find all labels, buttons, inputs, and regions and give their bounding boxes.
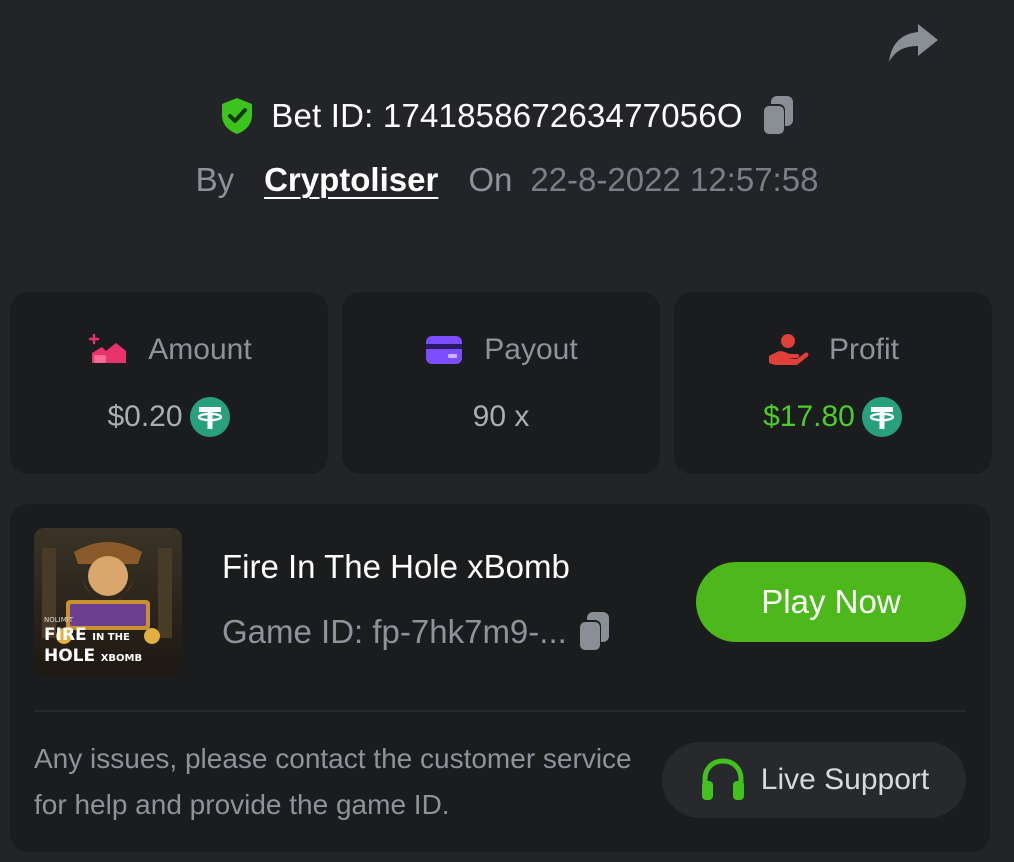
- game-id-row: Game ID: fp-7hk7m9-...: [222, 610, 611, 654]
- tether-icon: [189, 397, 230, 437]
- share-icon[interactable]: [886, 20, 940, 66]
- on-label: On: [468, 161, 513, 198]
- divider: [34, 710, 966, 712]
- play-now-button[interactable]: Play Now: [696, 562, 966, 642]
- shield-check-icon: [222, 98, 253, 134]
- bet-meta-row: By Cryptoliser On 22-8-2022 12:57:58: [0, 156, 1014, 204]
- headset-icon: [701, 758, 744, 800]
- thumb-title-xbomb: XBOMB: [100, 653, 143, 664]
- profit-hand-icon: [768, 334, 809, 365]
- profit-value: $17.80: [763, 400, 855, 433]
- amount-label: Amount: [148, 333, 252, 366]
- amount-value: $0.20: [107, 400, 183, 433]
- payout-label: Payout: [484, 333, 578, 366]
- game-id: Game ID: fp-7hk7m9-...: [222, 613, 567, 650]
- copy-icon[interactable]: [575, 610, 611, 654]
- thumb-title-fire: FIRE: [44, 625, 87, 645]
- by-label: By: [195, 161, 235, 198]
- amount-card: Amount $0.20: [10, 292, 328, 474]
- game-card: NOLIMIT FIRE IN THE HOLE XBOMB Fire In T…: [10, 504, 990, 852]
- profit-card: Profit $17.80: [674, 292, 992, 474]
- thumb-title-in-the: IN THE: [92, 632, 130, 643]
- copy-icon[interactable]: [759, 94, 795, 138]
- live-support-button[interactable]: Live Support: [662, 742, 966, 818]
- support-notice: Any issues, please contact the customer …: [34, 743, 632, 820]
- game-name: Fire In The Hole xBomb: [222, 548, 570, 585]
- thumb-brand: NOLIMIT: [44, 616, 74, 624]
- tether-icon: [861, 397, 902, 437]
- game-thumbnail[interactable]: NOLIMIT FIRE IN THE HOLE XBOMB: [34, 528, 182, 676]
- card-icon: [426, 336, 463, 364]
- bet-id-row: Bet ID: 174185867263477056O: [0, 92, 1014, 140]
- payout-value: 90 x: [472, 400, 530, 433]
- thumb-title-hole: HOLE: [44, 646, 96, 666]
- payout-card: Payout 90 x: [342, 292, 660, 474]
- bet-date: 22-8-2022 12:57:58: [530, 161, 819, 198]
- amount-icon: [89, 333, 127, 363]
- bet-id: Bet ID: 174185867263477056O: [271, 97, 743, 134]
- live-support-label: Live Support: [760, 763, 930, 796]
- username-link[interactable]: Cryptoliser: [264, 161, 438, 199]
- profit-label: Profit: [828, 333, 900, 366]
